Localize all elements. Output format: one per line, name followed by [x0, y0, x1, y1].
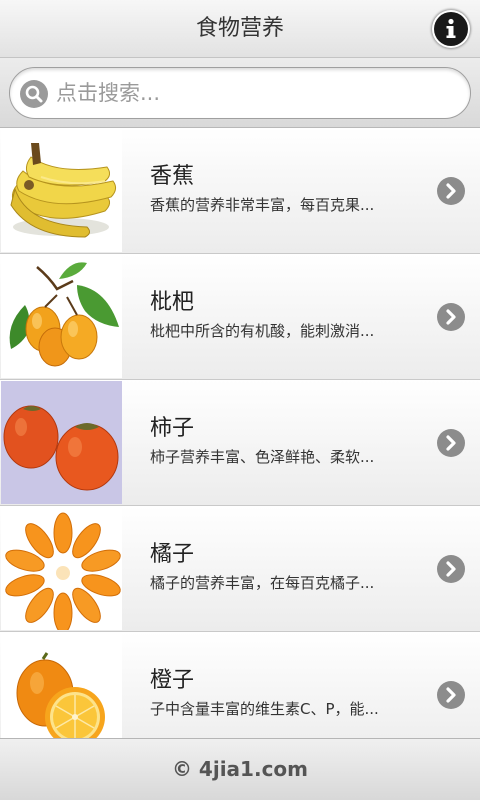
chevron-right-icon	[437, 681, 465, 709]
list-item[interactable]: 柿子 柿子营养丰富、色泽鲜艳、柔软...	[0, 380, 480, 506]
search-box[interactable]	[9, 67, 471, 119]
item-title: 橘子	[150, 542, 195, 567]
title-bar: 食物营养	[0, 0, 480, 58]
list-item[interactable]: 橙子 子中含量丰富的维生素C、P，能...	[0, 632, 480, 738]
item-description: 枇杷中所含的有机酸，能刺激消...	[150, 322, 375, 340]
item-description: 柿子营养丰富、色泽鲜艳、柔软...	[150, 448, 375, 466]
item-description: 香蕉的营养非常丰富，每百克果...	[150, 196, 375, 214]
banana-image	[1, 129, 122, 252]
item-title: 香蕉	[150, 164, 195, 189]
search-icon	[20, 80, 48, 108]
footer: © 4jia1.com	[0, 738, 480, 800]
item-description: 子中含量丰富的维生素C、P，能...	[150, 700, 379, 718]
chevron-right-icon	[437, 177, 465, 205]
list-item[interactable]: 香蕉 香蕉的营养非常丰富，每百克果...	[0, 128, 480, 254]
list-item[interactable]: 橘子 橘子的营养丰富，在每百克橘子...	[0, 506, 480, 632]
item-title: 柿子	[150, 416, 195, 441]
search-bar	[0, 58, 480, 128]
app-screen: 食物营养 点击搜索... 香蕉 香蕉的营养非常丰富，每百克果... 枇杷 枇杷中…	[0, 0, 480, 800]
loquat-image	[1, 255, 122, 378]
orange-image	[1, 633, 122, 738]
search-input[interactable]	[56, 68, 456, 118]
page-title: 食物营养	[195, 16, 284, 41]
info-icon	[446, 18, 456, 38]
persimmon-image	[1, 381, 122, 504]
item-title: 橙子	[150, 668, 195, 693]
copyright-text: © 4jia1.com	[171, 757, 309, 781]
info-button[interactable]	[434, 12, 468, 46]
item-title: 枇杷	[150, 290, 195, 315]
list-item[interactable]: 枇杷 枇杷中所含的有机酸，能刺激消...	[0, 254, 480, 380]
chevron-right-icon	[437, 429, 465, 457]
chevron-right-icon	[437, 303, 465, 331]
tangerine-image	[1, 507, 122, 630]
food-list: 香蕉 香蕉的营养非常丰富，每百克果... 枇杷 枇杷中所含的有机酸，能刺激消..…	[0, 128, 480, 738]
item-description: 橘子的营养丰富，在每百克橘子...	[150, 574, 375, 592]
chevron-right-icon	[437, 555, 465, 583]
